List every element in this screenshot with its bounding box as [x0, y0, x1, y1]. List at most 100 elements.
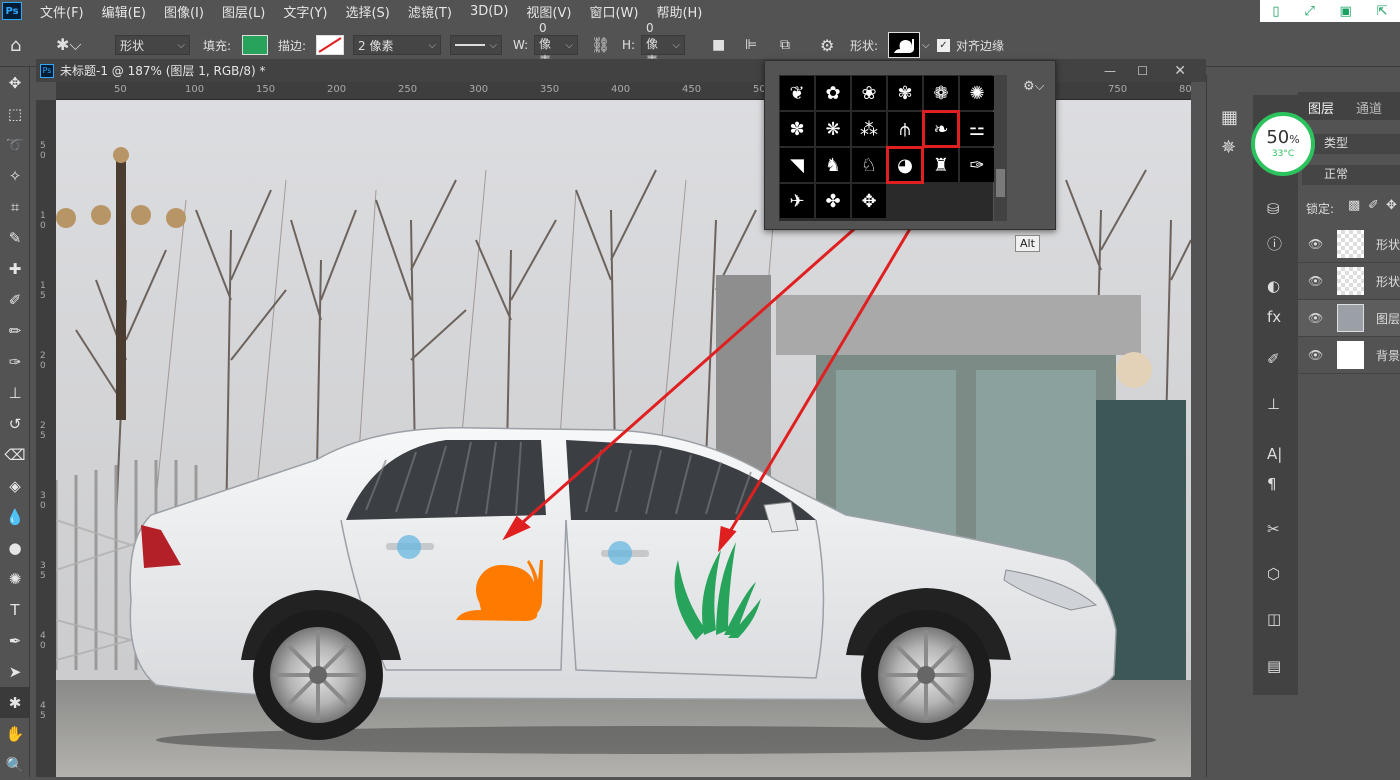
- layer-row[interactable]: 👁 形状: [1298, 226, 1400, 263]
- stroke-width-input[interactable]: 2 像素: [353, 35, 441, 55]
- blur-tool-icon[interactable]: 💧: [0, 501, 30, 532]
- brush-tool-icon[interactable]: ✐: [0, 284, 30, 315]
- menu-3d[interactable]: 3D(D): [470, 4, 508, 19]
- clone-stamp-tool-icon[interactable]: ⊥: [0, 377, 30, 408]
- menu-filter[interactable]: 滤镜(T): [408, 2, 452, 21]
- menu-image[interactable]: 图像(I): [164, 2, 204, 21]
- burst-shape-icon[interactable]: ✺: [960, 76, 994, 110]
- lock-position-icon[interactable]: ✥: [1386, 198, 1397, 213]
- dog-shape-icon[interactable]: ♘: [852, 148, 886, 182]
- menu-layer[interactable]: 图层(L): [222, 2, 265, 21]
- marquee-tool-icon[interactable]: ⬚: [0, 98, 30, 129]
- hand-tool-icon[interactable]: ✋: [0, 718, 30, 749]
- path-operations-icon[interactable]: ■: [712, 35, 725, 55]
- flower6-shape-icon[interactable]: ❋: [816, 112, 850, 146]
- menu-type[interactable]: 文字(Y): [283, 2, 327, 21]
- fill-swatch[interactable]: [242, 35, 268, 55]
- bone-shape-icon[interactable]: ⚍: [960, 112, 994, 146]
- menu-view[interactable]: 视图(V): [526, 2, 571, 21]
- share-icon[interactable]: ⇱: [1377, 4, 1388, 19]
- menu-window[interactable]: 窗口(W): [589, 2, 638, 21]
- brush-settings-icon[interactable]: ✐: [1267, 350, 1280, 368]
- gear-icon[interactable]: ⚙: [820, 35, 834, 55]
- flower5-shape-icon[interactable]: ✽: [780, 112, 814, 146]
- dove-shape-icon[interactable]: ✈: [780, 184, 814, 218]
- tab-layers[interactable]: 图层: [1308, 98, 1334, 117]
- lock-transparency-icon[interactable]: ▩: [1348, 198, 1360, 213]
- styles-icon[interactable]: fx: [1267, 308, 1281, 326]
- layer-row[interactable]: 👁 背景: [1298, 337, 1400, 374]
- clone-source-icon[interactable]: ⊥: [1267, 395, 1280, 413]
- scrollbar-thumb[interactable]: [996, 169, 1005, 197]
- grass3-shape-icon[interactable]: ❧: [922, 110, 960, 148]
- grass2-shape-icon[interactable]: ⫛: [888, 112, 922, 146]
- move-tool-icon[interactable]: ✥: [0, 67, 30, 98]
- width-input[interactable]: 0 像素: [534, 21, 578, 68]
- layer-row[interactable]: 👁 形状: [1298, 263, 1400, 300]
- stroke-style-select[interactable]: [450, 35, 502, 55]
- close-icon[interactable]: ✕: [1174, 63, 1186, 79]
- adjustments-icon[interactable]: ◐: [1267, 277, 1280, 295]
- phone-icon[interactable]: ▯: [1272, 4, 1279, 19]
- flower-shape-icon[interactable]: ✿: [816, 76, 850, 110]
- dodge-tool-icon[interactable]: ●: [0, 532, 30, 563]
- menu-file[interactable]: 文件(F): [40, 2, 84, 21]
- info-icon[interactable]: ⓘ: [1267, 233, 1282, 254]
- gear-icon[interactable]: ⚙⌵: [1023, 79, 1045, 94]
- layer-comp-icon[interactable]: ⛁: [1267, 200, 1280, 218]
- bird-shape-icon[interactable]: ✑: [960, 148, 994, 182]
- 3d-icon[interactable]: ⬡: [1267, 565, 1280, 583]
- type-tool-icon[interactable]: T: [0, 594, 30, 625]
- eye-icon[interactable]: 👁: [1308, 274, 1323, 288]
- leaf-shape-icon[interactable]: ❦: [780, 76, 814, 110]
- paw2-shape-icon[interactable]: ✥: [852, 184, 886, 218]
- tool-mode-select[interactable]: 形状: [115, 35, 190, 55]
- sponge-tool-icon[interactable]: ✺: [0, 563, 30, 594]
- eye-icon[interactable]: 👁: [1308, 311, 1323, 325]
- pen-tool-icon[interactable]: ✒: [0, 625, 30, 656]
- minimize-icon[interactable]: —: [1104, 64, 1116, 78]
- eyedropper-tool-icon[interactable]: ✎: [0, 222, 30, 253]
- timeline-icon[interactable]: ▤: [1267, 657, 1281, 675]
- compass-icon[interactable]: ✵: [1221, 137, 1236, 158]
- magic-wand-tool-icon[interactable]: ✧: [0, 160, 30, 191]
- properties-icon[interactable]: ◫: [1267, 610, 1281, 628]
- healing-tool-icon[interactable]: ✚: [0, 253, 30, 284]
- height-input[interactable]: 0 像素: [641, 21, 685, 68]
- pencil-tool-icon[interactable]: ✏: [0, 315, 30, 346]
- chevron-down-icon[interactable]: ⌵: [922, 35, 930, 55]
- rabbit-shape-icon[interactable]: ♜: [924, 148, 958, 182]
- menu-edit[interactable]: 编辑(E): [102, 2, 146, 21]
- custom-shape-tool-icon[interactable]: ✱⌵: [56, 35, 82, 55]
- eye-icon[interactable]: 👁: [1308, 348, 1323, 362]
- layer-row-selected[interactable]: 👁 图层: [1298, 300, 1400, 337]
- expand-icon[interactable]: ⤢: [1304, 4, 1314, 19]
- tab-channels[interactable]: 通道: [1356, 98, 1382, 117]
- flower2-shape-icon[interactable]: ❀: [852, 76, 886, 110]
- eye-icon[interactable]: 👁: [1308, 237, 1323, 251]
- history-brush-tool-icon[interactable]: ↺: [0, 408, 30, 439]
- flower4-shape-icon[interactable]: ❁: [924, 76, 958, 110]
- save-icon[interactable]: ▣: [1340, 4, 1352, 19]
- path-selection-tool-icon[interactable]: ➤: [0, 656, 30, 687]
- home-icon[interactable]: ⌂: [10, 35, 21, 56]
- grass-shape-icon[interactable]: ⁂: [852, 112, 886, 146]
- align-edges-checkbox[interactable]: ✓ 对齐边缘: [937, 35, 1004, 55]
- fish-shape-icon[interactable]: ◥: [780, 148, 814, 182]
- custom-shape-tool-icon[interactable]: ✱: [0, 687, 30, 718]
- paragraph-icon[interactable]: ¶: [1267, 475, 1277, 493]
- stroke-swatch[interactable]: [316, 35, 344, 55]
- picker-scrollbar[interactable]: [994, 75, 1007, 221]
- zoom-tool-icon[interactable]: 🔍: [0, 749, 30, 780]
- flower3-shape-icon[interactable]: ✾: [888, 76, 922, 110]
- tools-icon[interactable]: ✂: [1267, 520, 1280, 538]
- grid-icon[interactable]: ▦: [1221, 107, 1238, 128]
- lock-brush-icon[interactable]: ✐: [1368, 198, 1379, 213]
- path-alignment-icon[interactable]: ⊫: [745, 35, 757, 55]
- maximize-icon[interactable]: ☐: [1137, 64, 1148, 78]
- character-icon[interactable]: A|: [1267, 445, 1282, 463]
- crop-tool-icon[interactable]: ⌗: [0, 191, 30, 222]
- cat-shape-icon[interactable]: ♞: [816, 148, 850, 182]
- menu-help[interactable]: 帮助(H): [656, 2, 702, 21]
- paint-bucket-tool-icon[interactable]: ◈: [0, 470, 30, 501]
